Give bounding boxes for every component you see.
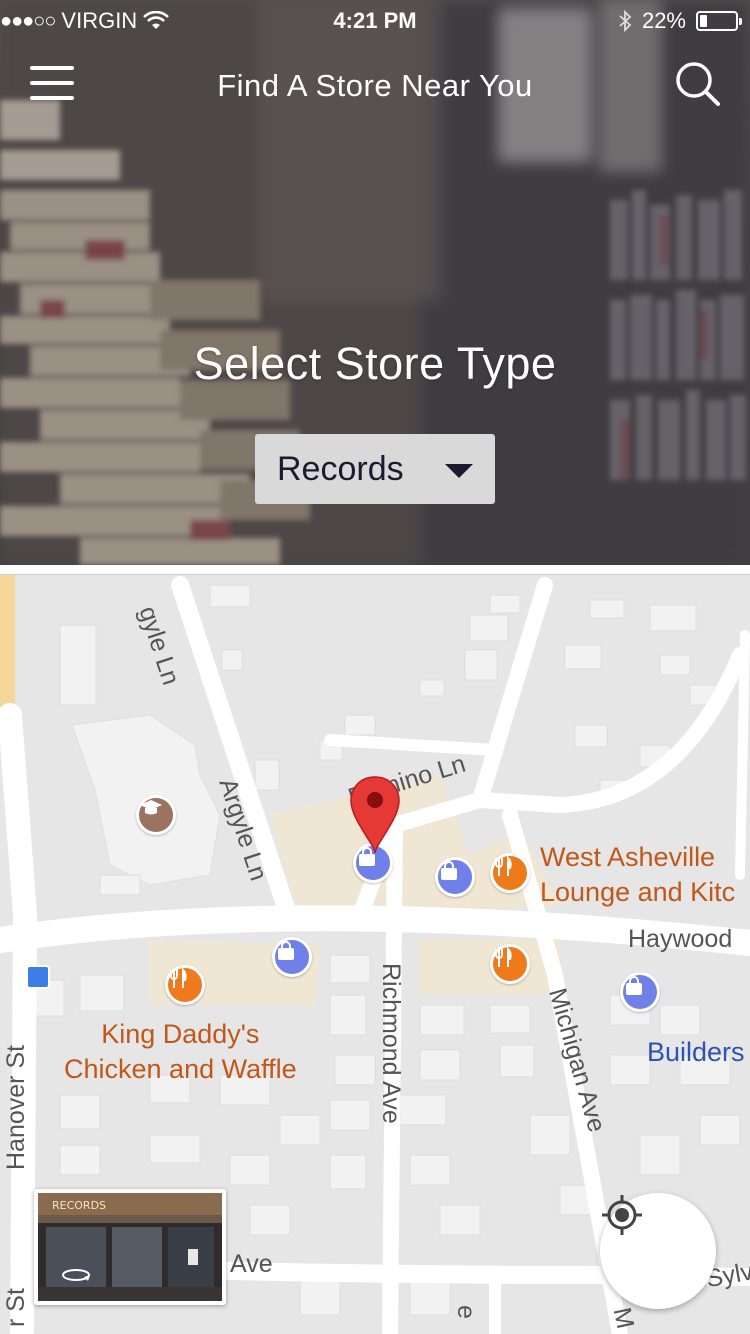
fork-knife-glyph — [495, 947, 512, 967]
fork-knife-glyph — [170, 968, 187, 988]
graduation-cap-glyph — [140, 800, 162, 815]
store-type-selected: Records — [277, 449, 404, 488]
shopping-bag-icon[interactable] — [435, 857, 475, 897]
shopping-bag-icon[interactable] — [620, 972, 660, 1012]
shopping-bag-glyph — [278, 941, 294, 960]
fork-knife-glyph — [495, 856, 512, 876]
battery-icon — [696, 11, 742, 31]
battery-percent: 22% — [641, 8, 686, 33]
road-label-haywood: Haywood — [628, 925, 733, 953]
bus-stop-icon[interactable] — [26, 965, 50, 989]
select-store-type-heading: Select Store Type — [193, 338, 557, 389]
bluetooth-icon — [619, 10, 632, 32]
poi-west-asheville-name-line2: Lounge and Kitc — [540, 877, 736, 907]
shopping-bag-glyph — [626, 976, 642, 995]
selected-location-marker-icon[interactable] — [348, 775, 402, 855]
my-location-button[interactable] — [600, 1193, 716, 1309]
poi-king-daddys-name-line2: Chicken and Waffle — [64, 1054, 297, 1084]
road-label-bottom-e: e — [452, 1305, 480, 1319]
road-label-richmond: Richmond Ave — [377, 963, 405, 1124]
rotate-360-icon — [62, 1269, 90, 1281]
street-view-image: RECORDS — [38, 1193, 222, 1301]
chevron-down-icon — [445, 464, 473, 478]
poi-king-daddys[interactable]: King Daddy's Chicken and Waffle — [64, 1017, 297, 1087]
store-type-dropdown[interactable]: Records — [255, 434, 495, 504]
status-right: 22% — [618, 8, 742, 34]
road-label-hanover: Hanover St — [2, 1044, 30, 1170]
road-label-left-st: r St — [2, 1288, 30, 1327]
storefront-sign-text: RECORDS — [52, 1199, 106, 1212]
search-icon — [676, 62, 720, 106]
school-icon[interactable] — [136, 795, 176, 835]
shopping-bag-glyph — [441, 861, 457, 880]
screen: ●●●○○ VIRGIN 4:21 PM 22% Find A Store Ne… — [0, 0, 750, 1334]
poi-king-daddys-name-line1: King Daddy's — [101, 1019, 260, 1049]
my-location-icon — [602, 1195, 642, 1235]
poi-west-asheville-lounge[interactable]: West Asheville Lounge and Kitc — [540, 840, 735, 910]
hero-banner: ●●●○○ VIRGIN 4:21 PM 22% Find A Store Ne… — [0, 0, 750, 565]
restaurant-icon[interactable] — [490, 853, 530, 893]
status-bar: ●●●○○ VIRGIN 4:21 PM 22% — [0, 0, 750, 40]
road-label-ave: Ave — [230, 1250, 273, 1278]
poi-west-asheville-name-line1: West Asheville — [540, 842, 716, 872]
search-button[interactable] — [672, 58, 724, 110]
shopping-bag-icon[interactable] — [272, 937, 312, 977]
restaurant-icon[interactable] — [165, 965, 205, 1005]
restaurant-icon[interactable] — [490, 944, 530, 984]
street-view-thumbnail[interactable]: RECORDS — [34, 1189, 226, 1305]
page-title: Find A Store Near You — [217, 68, 533, 103]
store-map[interactable]: gyle Ln Argyle Ln Domino Ln Haywood Rich… — [0, 575, 750, 1334]
poi-builders[interactable]: Builders — [647, 1037, 745, 1068]
divider — [0, 565, 750, 575]
battery-level — [700, 15, 707, 27]
